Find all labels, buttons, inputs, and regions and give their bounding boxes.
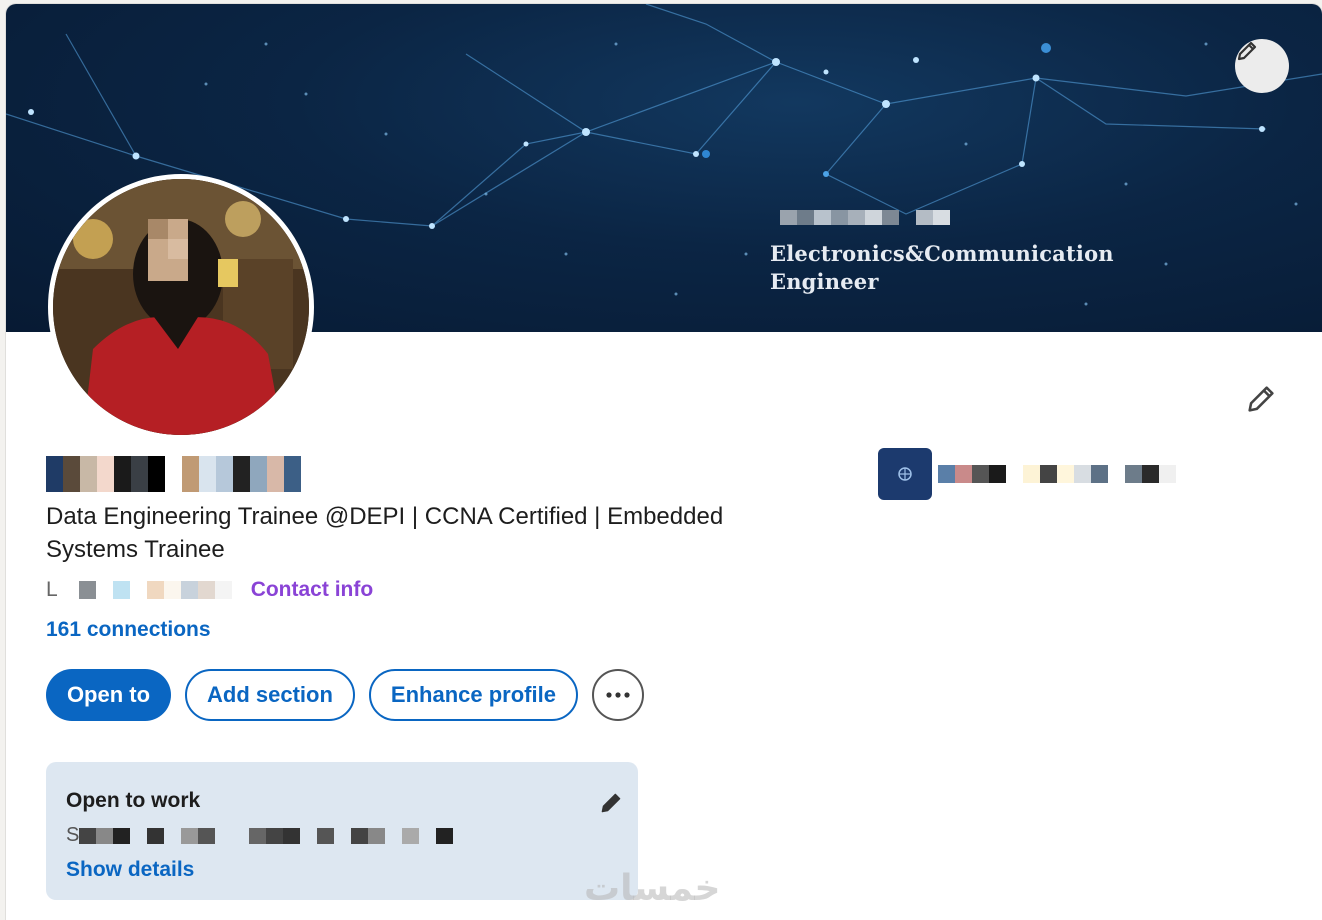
location-text: L: [46, 578, 58, 601]
banner-subtitle: Electronics&Communication Engineer: [770, 240, 1130, 296]
profile-card: Electronics&Communication Engineer Data …: [6, 4, 1322, 920]
company-logo: [878, 448, 932, 500]
show-details-link[interactable]: Show details: [66, 858, 194, 882]
pencil-icon: [601, 793, 621, 813]
pencil-icon: [1237, 41, 1257, 61]
globe-icon: [898, 467, 912, 481]
edit-banner-button[interactable]: [1235, 39, 1289, 93]
watermark: خمسات: [584, 868, 721, 909]
edit-intro-button[interactable]: [1238, 376, 1284, 422]
ellipsis-icon: [606, 692, 630, 698]
edit-open-to-work-button[interactable]: [594, 786, 628, 820]
banner-subtitle-line1: Electronics&Communication: [770, 241, 1114, 266]
more-actions-button[interactable]: [591, 669, 644, 721]
pencil-icon: [1248, 386, 1274, 412]
open-to-button[interactable]: Open to: [46, 669, 171, 721]
profile-name-redacted: [46, 456, 301, 492]
enhance-profile-button[interactable]: Enhance profile: [368, 669, 578, 721]
add-section-button[interactable]: Add section: [185, 669, 355, 721]
profile-headline: Data Engineering Trainee @DEPI | CCNA Ce…: [46, 503, 724, 563]
open-to-work-prefix: S: [66, 824, 80, 846]
open-to-work-title: Open to work: [66, 789, 201, 812]
contact-info-link[interactable]: Contact info: [251, 578, 373, 602]
current-company[interactable]: [878, 448, 1176, 500]
open-to-work-card[interactable]: Open to work S Show details: [46, 762, 638, 900]
profile-actions: Open to Add section Enhance profile: [46, 669, 644, 721]
banner-subtitle-line2: Engineer: [770, 269, 879, 294]
open-to-work-roles: S: [66, 824, 454, 847]
connections-link[interactable]: 161 connections: [46, 618, 211, 642]
banner-name-redacted: [780, 210, 950, 225]
location-row: L Contact info: [46, 574, 373, 606]
profile-photo[interactable]: [48, 174, 314, 440]
avatar-image: [53, 179, 309, 435]
